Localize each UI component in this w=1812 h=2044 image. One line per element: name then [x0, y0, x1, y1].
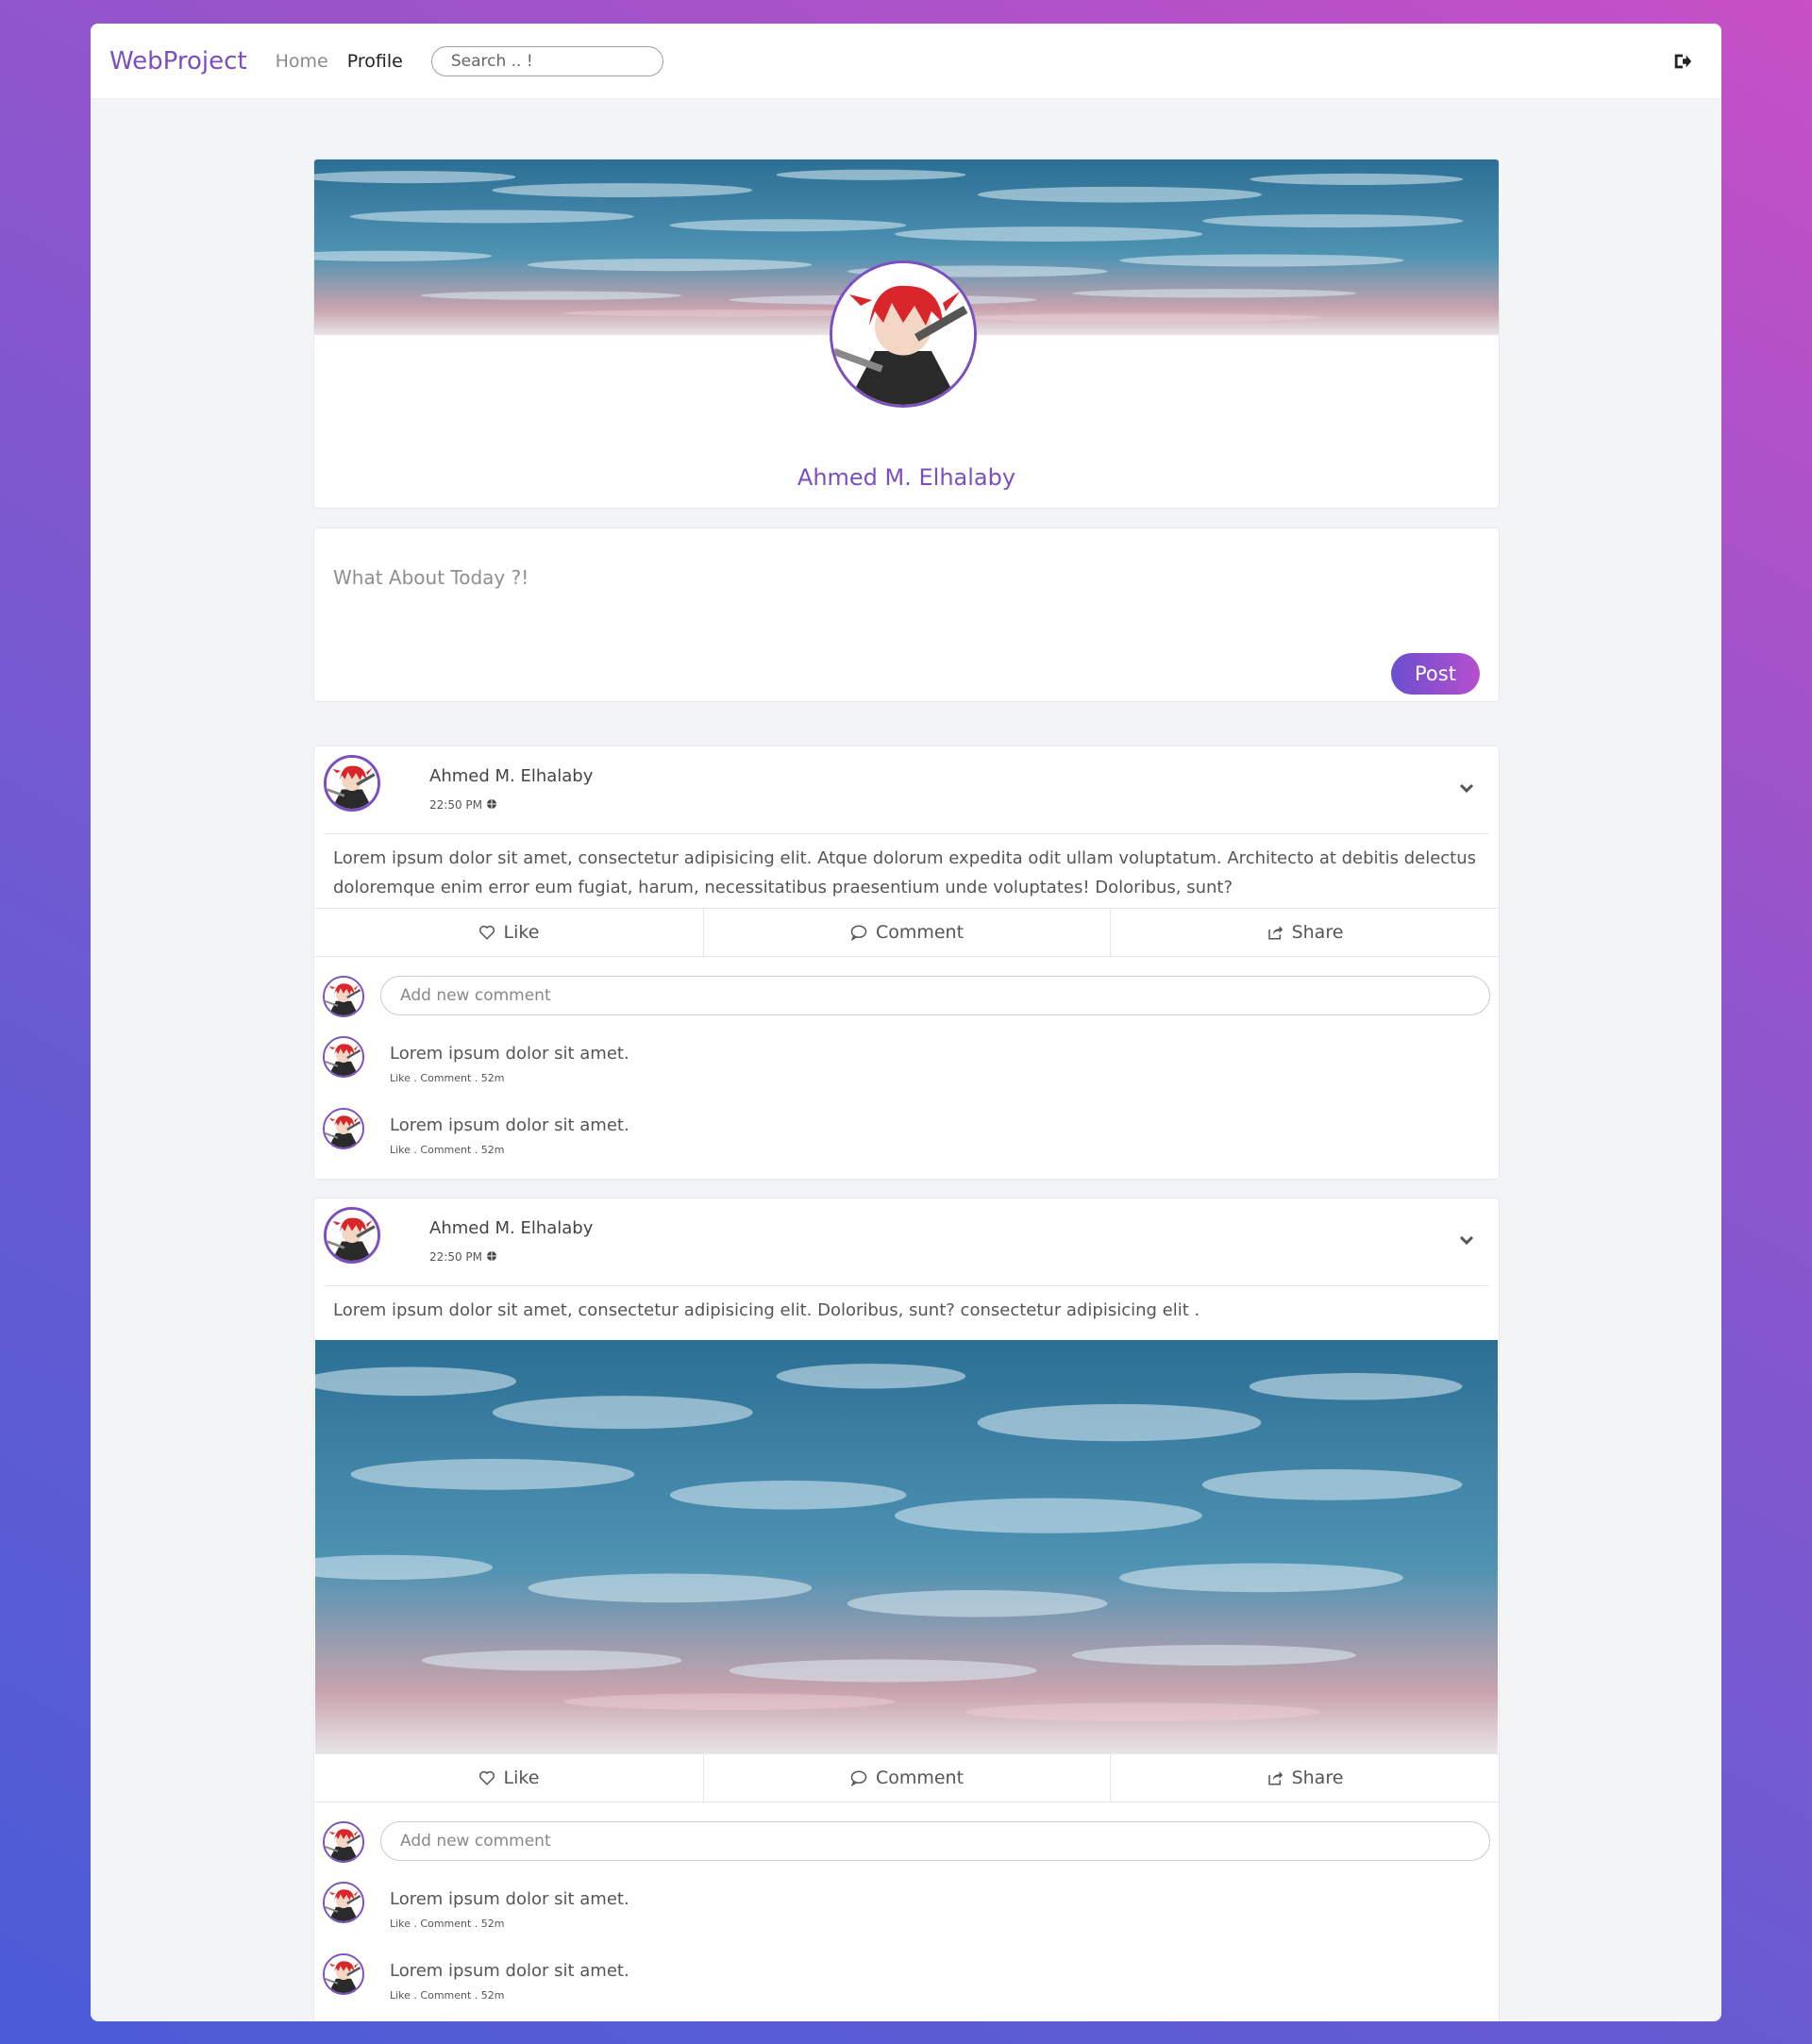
post-card: Ahmed M. Elhalaby 22:50 PM Lorem ipsum d…: [313, 746, 1500, 1180]
post-card: Ahmed M. Elhalaby 22:50 PM Lorem ipsum d…: [313, 1198, 1500, 2021]
avatar[interactable]: [323, 1821, 364, 1863]
speech-bubble-icon: [850, 925, 867, 941]
chevron-down-icon[interactable]: [1457, 1231, 1476, 1249]
comment-meta[interactable]: Like . Comment . 52m: [390, 1144, 505, 1156]
like-label: Like: [503, 922, 540, 943]
globe-icon: [486, 1251, 496, 1261]
avatar[interactable]: [323, 1036, 364, 1078]
comment-label: Comment: [875, 922, 965, 943]
comment-item: Lorem ipsum dolor sit amet. Like . Comme…: [314, 1953, 1499, 2021]
composer-input[interactable]: What About Today ?!: [333, 566, 528, 589]
post-composer: What About Today ?! Post: [313, 528, 1500, 702]
post-text: Lorem ipsum dolor sit amet, consectetur …: [333, 1300, 1200, 1320]
share-label: Share: [1291, 922, 1344, 943]
share-icon: [1267, 1771, 1283, 1785]
comment-item: Lorem ipsum dolor sit amet. Like . Comme…: [314, 1882, 1499, 1953]
profile-avatar[interactable]: [830, 260, 977, 408]
share-button[interactable]: Share: [1111, 1754, 1499, 1801]
sky-image: [315, 1340, 1498, 1753]
new-comment-row: [314, 1802, 1499, 1882]
globe-icon: [486, 799, 496, 809]
like-button[interactable]: Like: [314, 909, 704, 956]
like-button[interactable]: Like: [314, 1754, 704, 1801]
post-time-label: 22:50 PM: [429, 1250, 482, 1264]
post-author[interactable]: Ahmed M. Elhalaby: [429, 1218, 593, 1238]
navbar: WebProject Home Profile: [91, 24, 1721, 99]
comment-text: Lorem ipsum dolor sit amet.: [390, 1044, 629, 1064]
comment-text: Lorem ipsum dolor sit amet.: [390, 1115, 629, 1135]
comment-meta[interactable]: Like . Comment . 52m: [390, 1989, 505, 2002]
comment-input[interactable]: [380, 976, 1490, 1015]
comment-input[interactable]: [380, 1821, 1490, 1861]
avatar[interactable]: [324, 1207, 380, 1264]
comment-meta[interactable]: Like . Comment . 52m: [390, 1072, 505, 1084]
post-header: Ahmed M. Elhalaby 22:50 PM: [324, 1198, 1489, 1286]
comment-meta[interactable]: Like . Comment . 52m: [390, 1918, 505, 1930]
comment-label: Comment: [875, 1768, 965, 1788]
heart-icon: [478, 925, 495, 940]
post-header: Ahmed M. Elhalaby 22:50 PM: [324, 746, 1489, 834]
new-comment-row: [314, 957, 1499, 1036]
post-time-label: 22:50 PM: [429, 798, 482, 812]
profile-name[interactable]: Ahmed M. Elhalaby: [314, 464, 1499, 491]
avatar[interactable]: [323, 976, 364, 1017]
nav-home[interactable]: Home: [276, 51, 328, 72]
share-icon: [1267, 926, 1283, 940]
share-label: Share: [1291, 1768, 1344, 1788]
post-time: 22:50 PM: [429, 1250, 497, 1264]
comment-item: Lorem ipsum dolor sit amet. Like . Comme…: [314, 1108, 1499, 1180]
post-author[interactable]: Ahmed M. Elhalaby: [429, 766, 593, 786]
avatar[interactable]: [323, 1882, 364, 1923]
share-button[interactable]: Share: [1111, 909, 1499, 956]
like-label: Like: [503, 1768, 540, 1788]
post-time: 22:50 PM: [429, 798, 497, 812]
post-text: Lorem ipsum dolor sit amet, consectetur …: [333, 848, 1477, 897]
heart-icon: [478, 1770, 495, 1785]
comment-button[interactable]: Comment: [704, 909, 1111, 956]
post-button[interactable]: Post: [1391, 653, 1480, 695]
search-input[interactable]: [430, 45, 663, 76]
sign-out-icon[interactable]: [1672, 51, 1693, 72]
comment-text: Lorem ipsum dolor sit amet.: [390, 1889, 629, 1909]
avatar[interactable]: [323, 1108, 364, 1149]
comment-text: Lorem ipsum dolor sit amet.: [390, 1961, 629, 1981]
comment-button[interactable]: Comment: [704, 1754, 1111, 1801]
post-actions: Like Comment Share: [314, 908, 1499, 957]
speech-bubble-icon: [850, 1770, 867, 1786]
comment-item: Lorem ipsum dolor sit amet. Like . Comme…: [314, 1036, 1499, 1108]
post-image[interactable]: [315, 1340, 1498, 1753]
avatar[interactable]: [323, 1953, 364, 1995]
avatar[interactable]: [324, 755, 380, 812]
nav-profile[interactable]: Profile: [347, 51, 403, 72]
profile-card: Ahmed M. Elhalaby: [313, 159, 1500, 509]
brand-logo[interactable]: WebProject: [109, 47, 247, 75]
chevron-down-icon[interactable]: [1457, 779, 1476, 797]
app-window: WebProject Home Profile Ahmed M. Elhalab…: [91, 24, 1721, 2021]
post-actions: Like Comment Share: [314, 1753, 1499, 1802]
